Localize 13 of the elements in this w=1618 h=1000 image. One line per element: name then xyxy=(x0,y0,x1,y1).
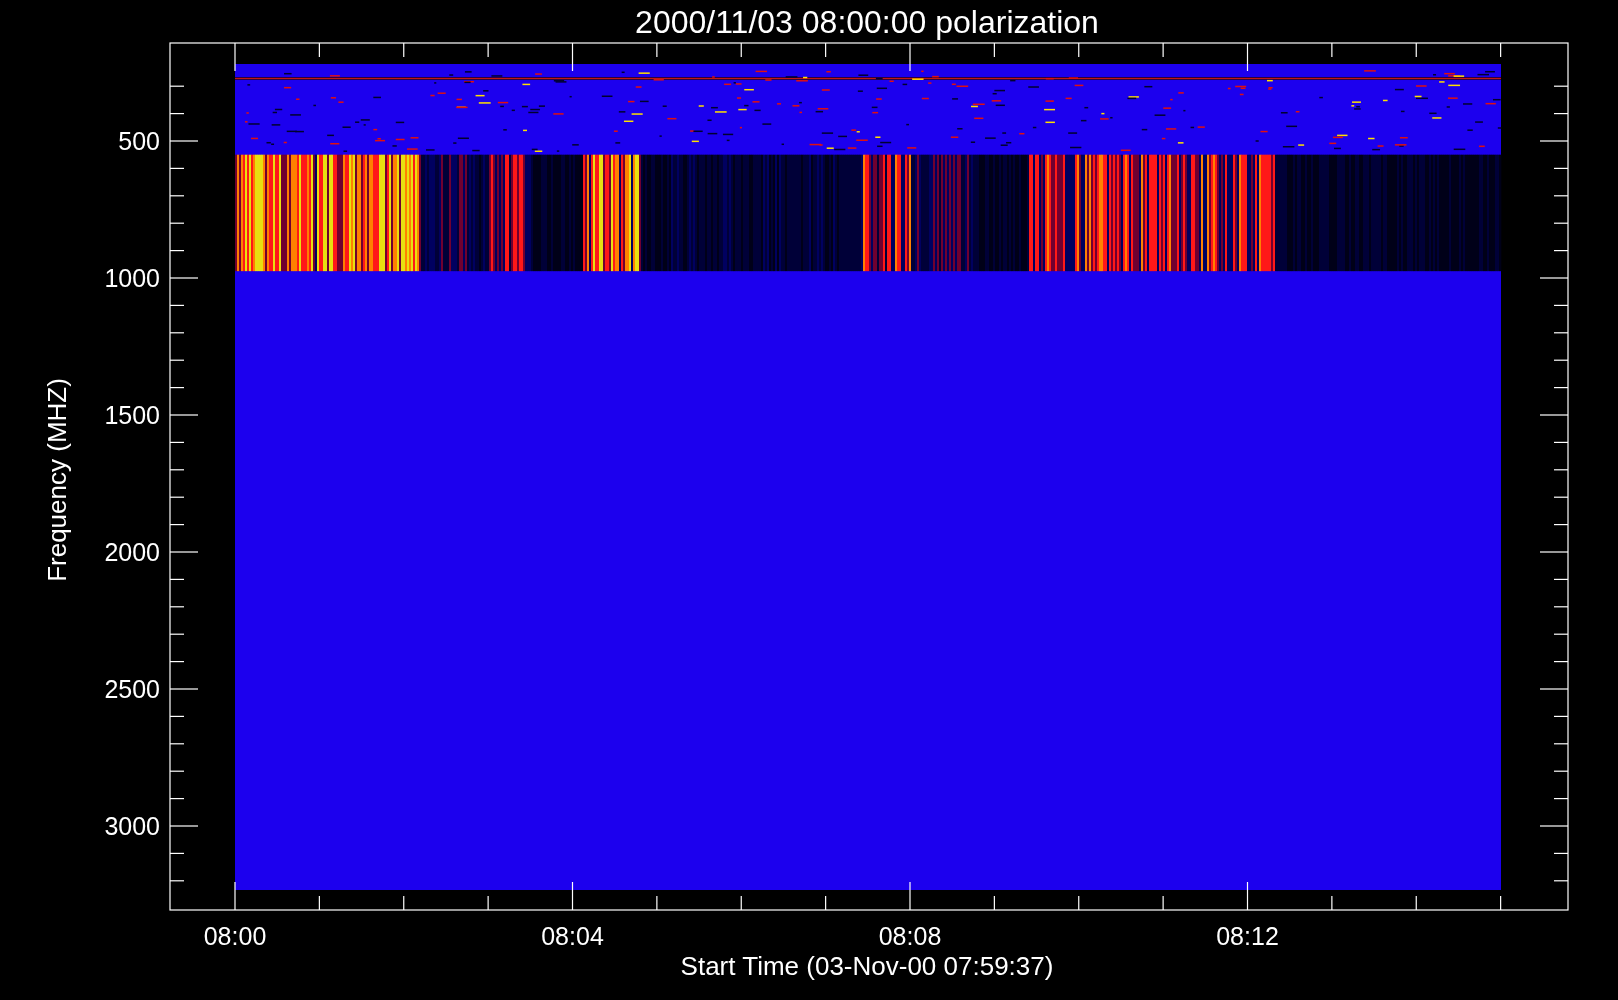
tick-label: 1000 xyxy=(104,264,160,292)
tick-label: 08:08 xyxy=(878,922,942,950)
tick-label: 1500 xyxy=(104,401,160,429)
tick-label: 08:12 xyxy=(1216,922,1279,950)
tick-label: 2500 xyxy=(104,675,160,703)
tick-label: 500 xyxy=(118,127,160,155)
tick-label: 08:00 xyxy=(203,922,267,950)
tick-label: 3000 xyxy=(104,812,160,840)
axis-label: Start Time (03-Nov-00 07:59:37) xyxy=(680,951,1054,981)
tick-label: 2000 xyxy=(104,538,160,566)
tick-label: 08:04 xyxy=(541,922,604,950)
axis-label: Frequency (MHZ) xyxy=(42,378,72,582)
chart-title: 2000/11/03 08:00:00 polarization xyxy=(635,4,1099,40)
